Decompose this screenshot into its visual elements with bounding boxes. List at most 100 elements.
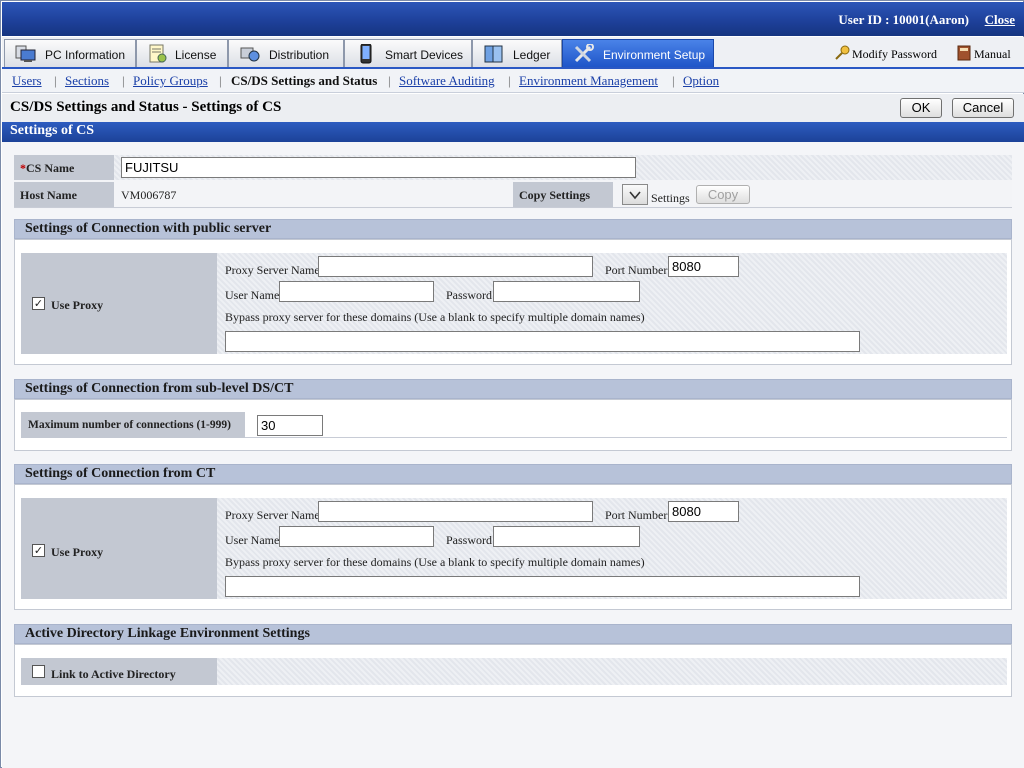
ct-use-proxy-label: Use Proxy: [51, 545, 104, 559]
ad-section: Link to Active Directory: [14, 644, 1012, 697]
public-use-proxy-cell: ✓ Use Proxy: [21, 253, 217, 354]
ct-bypass-input[interactable]: [225, 576, 860, 597]
ct-password-input[interactable]: [493, 526, 640, 547]
ct-user-name-input[interactable]: [279, 526, 434, 547]
ad-link-checkbox[interactable]: [32, 665, 45, 678]
max-connections-input[interactable]: 30: [257, 415, 323, 436]
subnav-option[interactable]: Option: [683, 73, 719, 88]
copy-settings-label: Copy Settings: [513, 182, 613, 207]
host-name-value: VM006787: [121, 188, 177, 202]
ct-proxy-server-input[interactable]: [318, 501, 593, 522]
tab-distribution[interactable]: Distribution: [228, 39, 344, 67]
public-port-input[interactable]: 8080: [668, 256, 739, 277]
public-server-section-title: Settings of Connection with public serve…: [14, 219, 1012, 239]
smart-device-icon: [360, 44, 372, 64]
distribution-icon: [240, 47, 260, 62]
tab-environment-setup[interactable]: Environment Setup: [562, 39, 714, 67]
subnav-cs-ds-settings[interactable]: CS/DS Settings and Status: [231, 73, 377, 89]
tab-label: Smart Devices: [385, 48, 464, 62]
manual-book-icon: [957, 45, 971, 61]
public-port-label: Port Number: [605, 263, 668, 277]
subnav-separator: |: [388, 73, 391, 88]
public-proxy-server-input[interactable]: [318, 256, 593, 277]
subnav-separator: |: [219, 73, 222, 88]
ct-section: ✓ Use Proxy Proxy Server Name Port Numbe…: [14, 484, 1012, 610]
tab-label: Distribution: [269, 48, 330, 62]
settings-text: Settings: [651, 191, 690, 205]
max-connections-label: Maximum number of connections (1-999): [21, 412, 245, 438]
sublevel-section-title: Settings of Connection from sub-level DS…: [14, 379, 1012, 399]
ad-section-title: Active Directory Linkage Environment Set…: [14, 624, 1012, 644]
subnav-environment-management[interactable]: Environment Management: [519, 73, 658, 88]
copy-button[interactable]: Copy: [696, 185, 750, 204]
tools-icon: [574, 44, 594, 63]
page-title: CS/DS Settings and Status - Settings of …: [10, 99, 282, 115]
tab-pc-information[interactable]: PC Information: [4, 39, 136, 67]
chevron-down-icon: [629, 191, 641, 200]
host-name-label: Host Name: [14, 182, 114, 207]
ct-use-proxy-cell: ✓ Use Proxy: [21, 498, 217, 599]
public-user-name-label: User Name: [225, 288, 280, 302]
main-tabbar: PC Information License Distribution Smar…: [2, 37, 1024, 69]
tab-smart-devices[interactable]: Smart Devices: [344, 39, 472, 67]
copy-settings-dropdown[interactable]: [622, 184, 648, 205]
tab-ledger[interactable]: Ledger: [472, 39, 562, 67]
tab-label: Environment Setup: [603, 48, 706, 62]
ct-bypass-label: Bypass proxy server for these domains (U…: [225, 555, 645, 569]
public-use-proxy-checkbox[interactable]: ✓: [32, 297, 45, 310]
ct-proxy-server-label: Proxy Server Name: [225, 508, 320, 522]
public-bypass-label: Bypass proxy server for these domains (U…: [225, 310, 645, 324]
cancel-button[interactable]: Cancel: [952, 98, 1014, 118]
public-password-input[interactable]: [493, 281, 640, 302]
subnav-sections[interactable]: Sections: [65, 73, 109, 88]
cs-name-label: *CS Name: [14, 155, 114, 180]
pc-info-icon: [15, 45, 36, 62]
ct-port-input[interactable]: 8080: [668, 501, 739, 522]
app-window: User ID : 10001(Aaron) Close PC Informat…: [0, 0, 1024, 768]
cs-name-input[interactable]: FUJITSU: [121, 157, 636, 178]
modify-password-link[interactable]: Modify Password: [834, 45, 937, 62]
ct-port-label: Port Number: [605, 508, 668, 522]
ledger-icon: [484, 45, 503, 63]
ct-use-proxy-checkbox[interactable]: ✓: [32, 544, 45, 557]
ad-link-label: Link to Active Directory: [51, 667, 176, 681]
subnav-users[interactable]: Users: [12, 73, 42, 88]
ad-link-cell: Link to Active Directory: [21, 658, 217, 685]
subnav-separator: |: [54, 73, 57, 88]
ct-section-title: Settings of Connection from CT: [14, 464, 1012, 484]
page-header: CS/DS Settings and Status - Settings of …: [2, 94, 1024, 122]
public-bypass-input[interactable]: [225, 331, 860, 352]
sub-navigation: Users | Sections | Policy Groups | CS/DS…: [2, 69, 1024, 93]
panel-title: Settings of CS: [2, 122, 1024, 142]
public-user-name-input[interactable]: [279, 281, 434, 302]
ct-user-name-label: User Name: [225, 533, 280, 547]
cs-name-label-text: CS Name: [26, 161, 75, 175]
manual-text[interactable]: Manual: [974, 47, 1011, 61]
ok-button[interactable]: OK: [900, 98, 942, 118]
public-password-label: Password: [446, 288, 493, 302]
tab-label: Ledger: [513, 48, 551, 62]
modify-password-text[interactable]: Modify Password: [852, 47, 937, 61]
user-id: User ID : 10001(Aaron): [838, 12, 969, 27]
divider: [14, 207, 1012, 208]
tab-license[interactable]: License: [136, 39, 228, 67]
subnav-separator: |: [122, 73, 125, 88]
subnav-software-auditing[interactable]: Software Auditing: [399, 73, 495, 88]
ct-password-label: Password: [446, 533, 493, 547]
user-bar: User ID : 10001(Aaron) Close: [2, 2, 1024, 36]
settings-content: *CS Name FUJITSU Host Name VM006787 Copy…: [2, 142, 1024, 768]
tab-label: License: [175, 48, 217, 62]
tab-label: PC Information: [45, 48, 126, 62]
key-icon: [835, 45, 850, 60]
public-use-proxy-label: Use Proxy: [51, 298, 104, 312]
divider: [245, 437, 1007, 438]
public-server-section: ✓ Use Proxy Proxy Server Name Port Numbe…: [14, 239, 1012, 365]
manual-link[interactable]: Manual: [956, 45, 1011, 62]
public-proxy-server-label: Proxy Server Name: [225, 263, 320, 277]
license-icon: [149, 44, 167, 63]
ad-link-row: [217, 658, 1007, 685]
close-link[interactable]: Close: [985, 12, 1015, 28]
subnav-policy-groups[interactable]: Policy Groups: [133, 73, 208, 88]
subnav-separator: |: [508, 73, 511, 88]
cs-basic-area: *CS Name FUJITSU Host Name VM006787 Copy…: [14, 155, 1012, 209]
